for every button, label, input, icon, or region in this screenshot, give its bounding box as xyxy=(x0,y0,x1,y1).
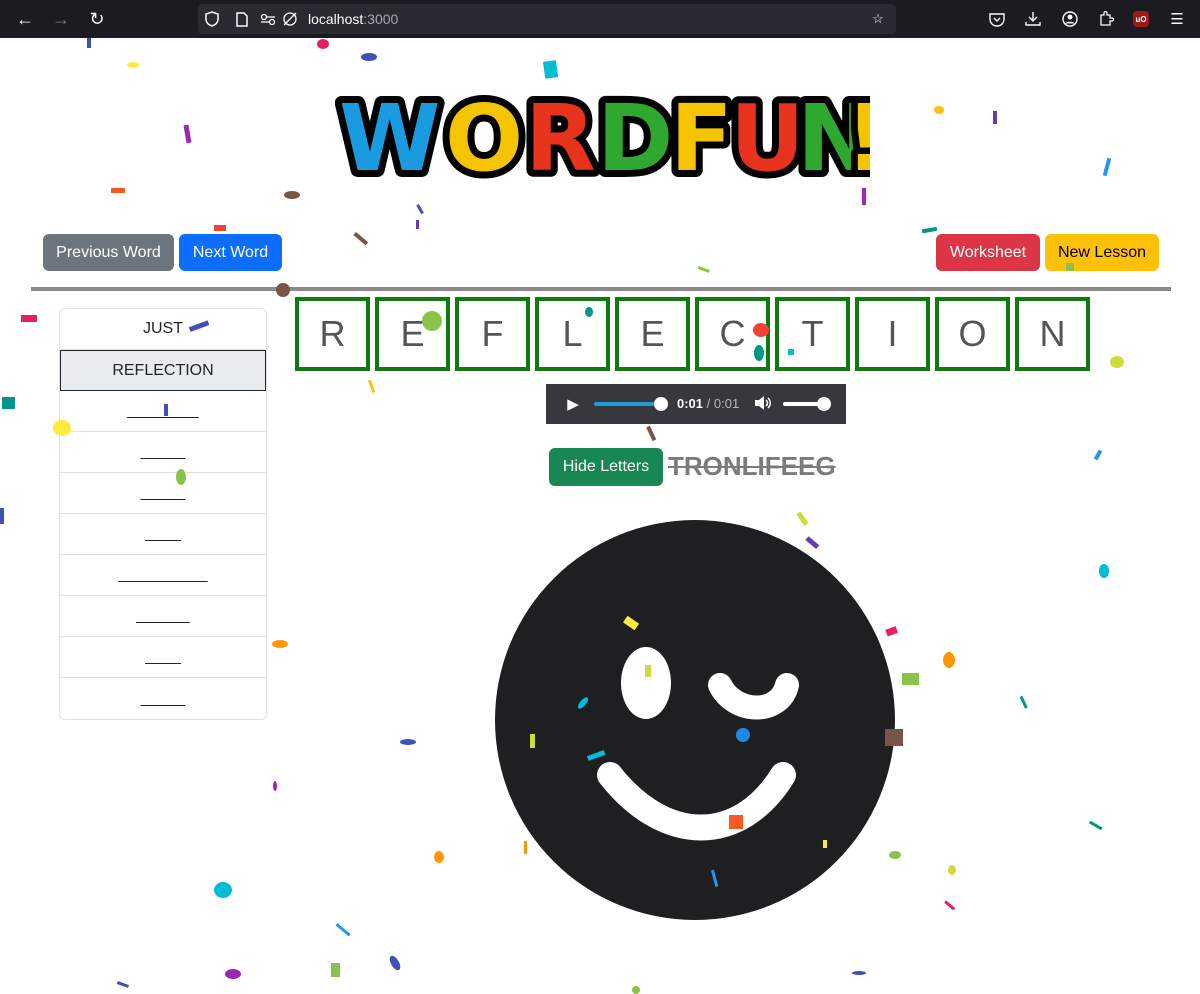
downloads-icon[interactable] xyxy=(1023,9,1043,29)
page-icon xyxy=(234,11,250,27)
letter-box: O xyxy=(935,297,1010,371)
back-icon[interactable]: ← xyxy=(14,8,36,30)
ublock-icon[interactable]: uO xyxy=(1131,9,1151,29)
letter-box: R xyxy=(295,297,370,371)
page-content: W O R D F U N ! Previous Word Next Word … xyxy=(0,38,1200,994)
letter-box: T xyxy=(775,297,850,371)
letter-box: E xyxy=(375,297,450,371)
reload-icon[interactable]: ↻ xyxy=(86,8,108,30)
url-text[interactable]: localhost:3000 xyxy=(308,11,398,27)
forward-icon[interactable]: → xyxy=(50,8,72,30)
next-word-button[interactable]: Next Word xyxy=(179,234,282,271)
svg-text:R: R xyxy=(525,85,596,190)
shield-icon[interactable] xyxy=(204,11,220,27)
worksheet-button[interactable]: Worksheet xyxy=(936,234,1040,271)
seek-handle[interactable] xyxy=(654,397,668,411)
volume-handle[interactable] xyxy=(817,397,831,411)
word-list-item[interactable]: ____ xyxy=(60,637,266,678)
extensions-icon[interactable] xyxy=(1096,9,1116,29)
word-list-item[interactable]: _____ xyxy=(60,473,266,514)
permissions-icon[interactable] xyxy=(260,11,276,27)
word-list-item[interactable]: __________ xyxy=(60,555,266,596)
audio-player: ▶ 0:01 / 0:01 xyxy=(546,384,846,424)
pocket-icon[interactable] xyxy=(987,9,1007,29)
address-bar[interactable]: localhost:3000 ☆ xyxy=(198,4,896,34)
word-list-item[interactable]: _____ xyxy=(60,432,266,473)
current-time: 0:01 xyxy=(677,396,704,411)
svg-text:W: W xyxy=(339,85,440,190)
time-display: 0:01 / 0:01 xyxy=(677,396,739,411)
new-lesson-button[interactable]: New Lesson xyxy=(1045,234,1159,271)
volume-icon[interactable] xyxy=(754,395,772,415)
word-list-item[interactable]: JUST xyxy=(60,309,266,350)
word-list-item[interactable]: ____ xyxy=(60,514,266,555)
url-host: localhost xyxy=(308,11,364,27)
word-list-item-active[interactable]: REFLECTION xyxy=(60,350,266,391)
account-icon[interactable] xyxy=(1060,9,1080,29)
letter-box: C xyxy=(695,297,770,371)
svg-text:!: ! xyxy=(845,85,870,190)
letter-box: F xyxy=(455,297,530,371)
wordfun-logo: W O R D F U N ! xyxy=(332,78,894,199)
menu-icon[interactable]: ☰ xyxy=(1167,9,1187,29)
previous-word-button[interactable]: Previous Word xyxy=(43,234,174,271)
time-separator: / xyxy=(703,396,714,411)
letter-box: I xyxy=(855,297,930,371)
letter-box: E xyxy=(615,297,690,371)
word-list-item[interactable]: _____ xyxy=(60,678,266,719)
svg-text:U: U xyxy=(730,85,805,190)
svg-text:F: F xyxy=(670,85,733,190)
word-list-item[interactable]: ________ xyxy=(60,391,266,432)
winking-smiley-image xyxy=(495,520,895,920)
play-icon[interactable]: ▶ xyxy=(564,395,582,413)
scrambled-letters: TRONLIFEEG xyxy=(668,451,836,481)
url-port: :3000 xyxy=(363,11,399,27)
bookmark-star-icon[interactable]: ☆ xyxy=(870,11,886,27)
divider xyxy=(31,287,1171,291)
tracking-protection-icon[interactable] xyxy=(282,11,298,27)
letter-box: L xyxy=(535,297,610,371)
word-list-item[interactable]: ______ xyxy=(60,596,266,637)
svg-text:O: O xyxy=(445,85,523,190)
word-list: JUST REFLECTION ________ _____ _____ ___… xyxy=(59,308,267,720)
browser-toolbar: ← → ↻ localhost:3000 ☆ uO ☰ xyxy=(0,0,1200,38)
letter-boxes: R E F L E C T I O N xyxy=(295,297,1095,373)
letter-box: N xyxy=(1015,297,1090,371)
duration: 0:01 xyxy=(713,396,740,411)
svg-text:D: D xyxy=(597,85,673,190)
hide-letters-button[interactable]: Hide Letters xyxy=(549,448,663,486)
